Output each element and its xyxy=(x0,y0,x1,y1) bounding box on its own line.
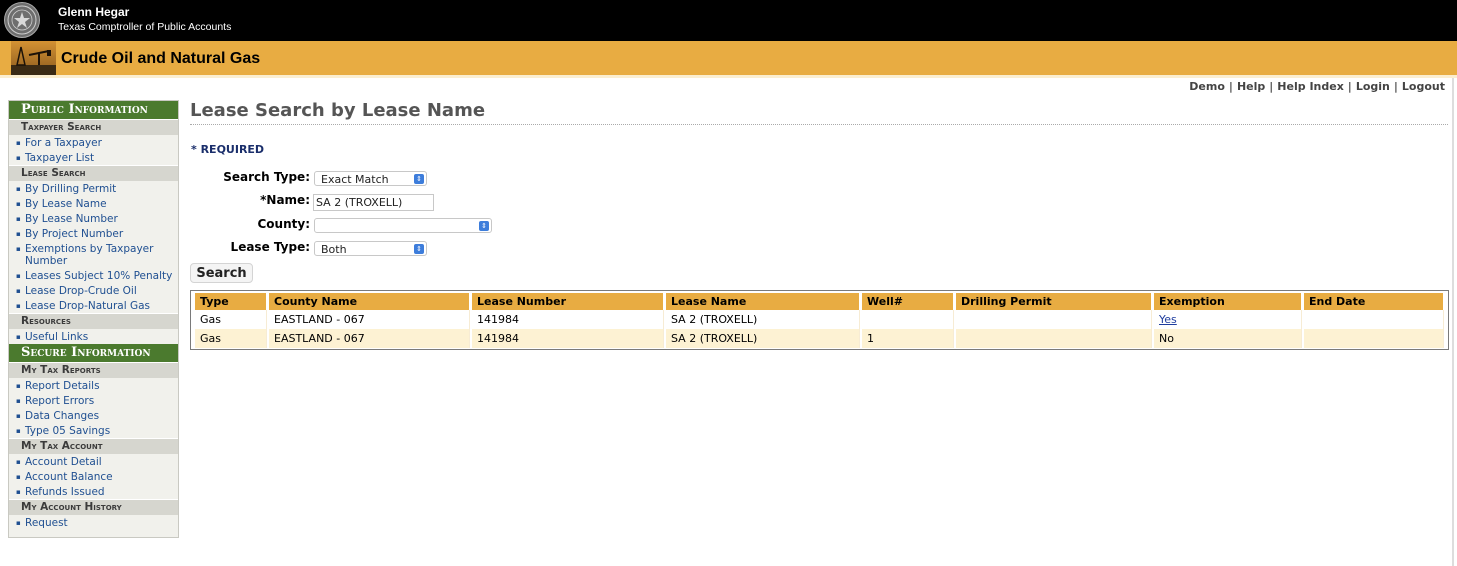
results-table: Type County Name Lease Number Lease Name… xyxy=(190,290,1449,350)
search-type-label: Search Type: xyxy=(223,170,310,184)
select-arrows-icon: ⇕ xyxy=(414,244,424,254)
select-arrows-icon: ⇕ xyxy=(414,174,424,184)
sidebar-item-type-05-savings[interactable]: Type 05 Savings xyxy=(9,423,178,438)
official-name: Glenn Hegar xyxy=(58,5,130,19)
exemption-yes-link[interactable]: Yes xyxy=(1159,313,1177,326)
col-lease-name: Lease Name xyxy=(666,293,860,310)
help-index-link[interactable]: Help Index xyxy=(1277,80,1344,93)
utility-links: Demo | Help | Help Index | Login | Logout xyxy=(1189,80,1445,93)
sidebar-item-report-details[interactable]: Report Details xyxy=(9,378,178,393)
lease-type-value: Both xyxy=(321,243,347,256)
cell-well xyxy=(862,310,954,329)
sidebar-section-my-tax-reports: My Tax Reports xyxy=(9,362,178,378)
required-note: * REQUIRED xyxy=(191,143,265,156)
login-link[interactable]: Login xyxy=(1356,80,1390,93)
cell-type: Gas xyxy=(195,310,267,329)
sidebar-item-account-balance[interactable]: Account Balance xyxy=(9,469,178,484)
sidebar-heading-public: Public Information xyxy=(9,101,178,119)
sidebar-item-leases-penalty[interactable]: Leases Subject 10% Penalty xyxy=(9,268,178,283)
col-exemption: Exemption xyxy=(1154,293,1302,310)
lease-type-select[interactable]: Both ⇕ xyxy=(314,241,427,256)
cell-county: EASTLAND - 067 xyxy=(269,310,470,329)
sidebar-item-request[interactable]: Request xyxy=(9,515,178,530)
sidebar-item-lease-drop-crude[interactable]: Lease Drop-Crude Oil xyxy=(9,283,178,298)
cell-exemption: No xyxy=(1154,329,1302,348)
col-drilling-permit: Drilling Permit xyxy=(956,293,1152,310)
section-banner: Crude Oil and Natural Gas xyxy=(0,41,1457,75)
col-end-date: End Date xyxy=(1304,293,1444,310)
lease-name-input[interactable]: SA 2 (TROXELL) xyxy=(313,194,434,211)
sidebar-item-data-changes[interactable]: Data Changes xyxy=(9,408,178,423)
cell-county: EASTLAND - 067 xyxy=(269,329,470,348)
sidebar-nav: Public Information Taxpayer Search For a… xyxy=(8,100,179,538)
search-type-value: Exact Match xyxy=(321,173,389,186)
title-divider xyxy=(190,124,1448,125)
page-title: Lease Search by Lease Name xyxy=(190,100,486,121)
cell-exemption: Yes xyxy=(1154,310,1302,329)
demo-link[interactable]: Demo xyxy=(1189,80,1225,93)
col-lease-number: Lease Number xyxy=(472,293,664,310)
banner-title: Crude Oil and Natural Gas xyxy=(61,50,261,67)
logout-link[interactable]: Logout xyxy=(1402,80,1445,93)
cell-drilling-permit xyxy=(956,310,1152,329)
col-county-name: County Name xyxy=(269,293,470,310)
sidebar-section-my-account-history: My Account History xyxy=(9,499,178,515)
banner-divider xyxy=(0,75,1457,78)
select-arrows-icon: ⇕ xyxy=(479,221,489,231)
cell-lease-name: SA 2 (TROXELL) xyxy=(666,329,860,348)
sidebar-item-for-a-taxpayer[interactable]: For a Taxpayer xyxy=(9,135,178,150)
cell-drilling-permit xyxy=(956,329,1152,348)
sidebar-item-report-errors[interactable]: Report Errors xyxy=(9,393,178,408)
sidebar-section-taxpayer-search: Taxpayer Search xyxy=(9,119,178,135)
sidebar-item-lease-drop-gas[interactable]: Lease Drop-Natural Gas xyxy=(9,298,178,313)
search-type-select[interactable]: Exact Match ⇕ xyxy=(314,171,427,186)
site-header: Glenn Hegar Texas Comptroller of Public … xyxy=(0,0,1457,41)
sidebar-item-useful-links[interactable]: Useful Links xyxy=(9,329,178,344)
sidebar-item-account-detail[interactable]: Account Detail xyxy=(9,454,178,469)
window-edge xyxy=(1452,78,1454,566)
sidebar-item-refunds-issued[interactable]: Refunds Issued xyxy=(9,484,178,499)
col-well: Well# xyxy=(862,293,954,310)
county-select[interactable]: ⇕ xyxy=(314,218,492,233)
lease-type-label: Lease Type: xyxy=(230,240,310,254)
cell-end-date xyxy=(1304,310,1444,329)
oil-derrick-image xyxy=(11,41,56,75)
help-link[interactable]: Help xyxy=(1237,80,1265,93)
search-button[interactable]: Search xyxy=(190,263,253,283)
cell-lease-number: 141984 xyxy=(472,310,664,329)
sidebar-heading-secure: Secure Information xyxy=(9,344,178,362)
cell-well: 1 xyxy=(862,329,954,348)
sidebar-section-my-tax-account: My Tax Account xyxy=(9,438,178,454)
name-label: *Name: xyxy=(260,193,310,207)
sidebar-item-taxpayer-list[interactable]: Taxpayer List xyxy=(9,150,178,165)
cell-lease-number: 141984 xyxy=(472,329,664,348)
table-header-row: Type County Name Lease Number Lease Name… xyxy=(195,293,1444,310)
cell-type: Gas xyxy=(195,329,267,348)
county-label: County: xyxy=(257,217,311,231)
table-row: Gas EASTLAND - 067 141984 SA 2 (TROXELL)… xyxy=(195,310,1444,329)
cell-end-date xyxy=(1304,329,1444,348)
table-row: Gas EASTLAND - 067 141984 SA 2 (TROXELL)… xyxy=(195,329,1444,348)
texas-seal-icon[interactable] xyxy=(4,2,40,38)
sidebar-section-resources: Resources xyxy=(9,313,178,329)
col-type: Type xyxy=(195,293,267,310)
official-title: Texas Comptroller of Public Accounts xyxy=(58,21,232,33)
cell-lease-name: SA 2 (TROXELL) xyxy=(666,310,860,329)
